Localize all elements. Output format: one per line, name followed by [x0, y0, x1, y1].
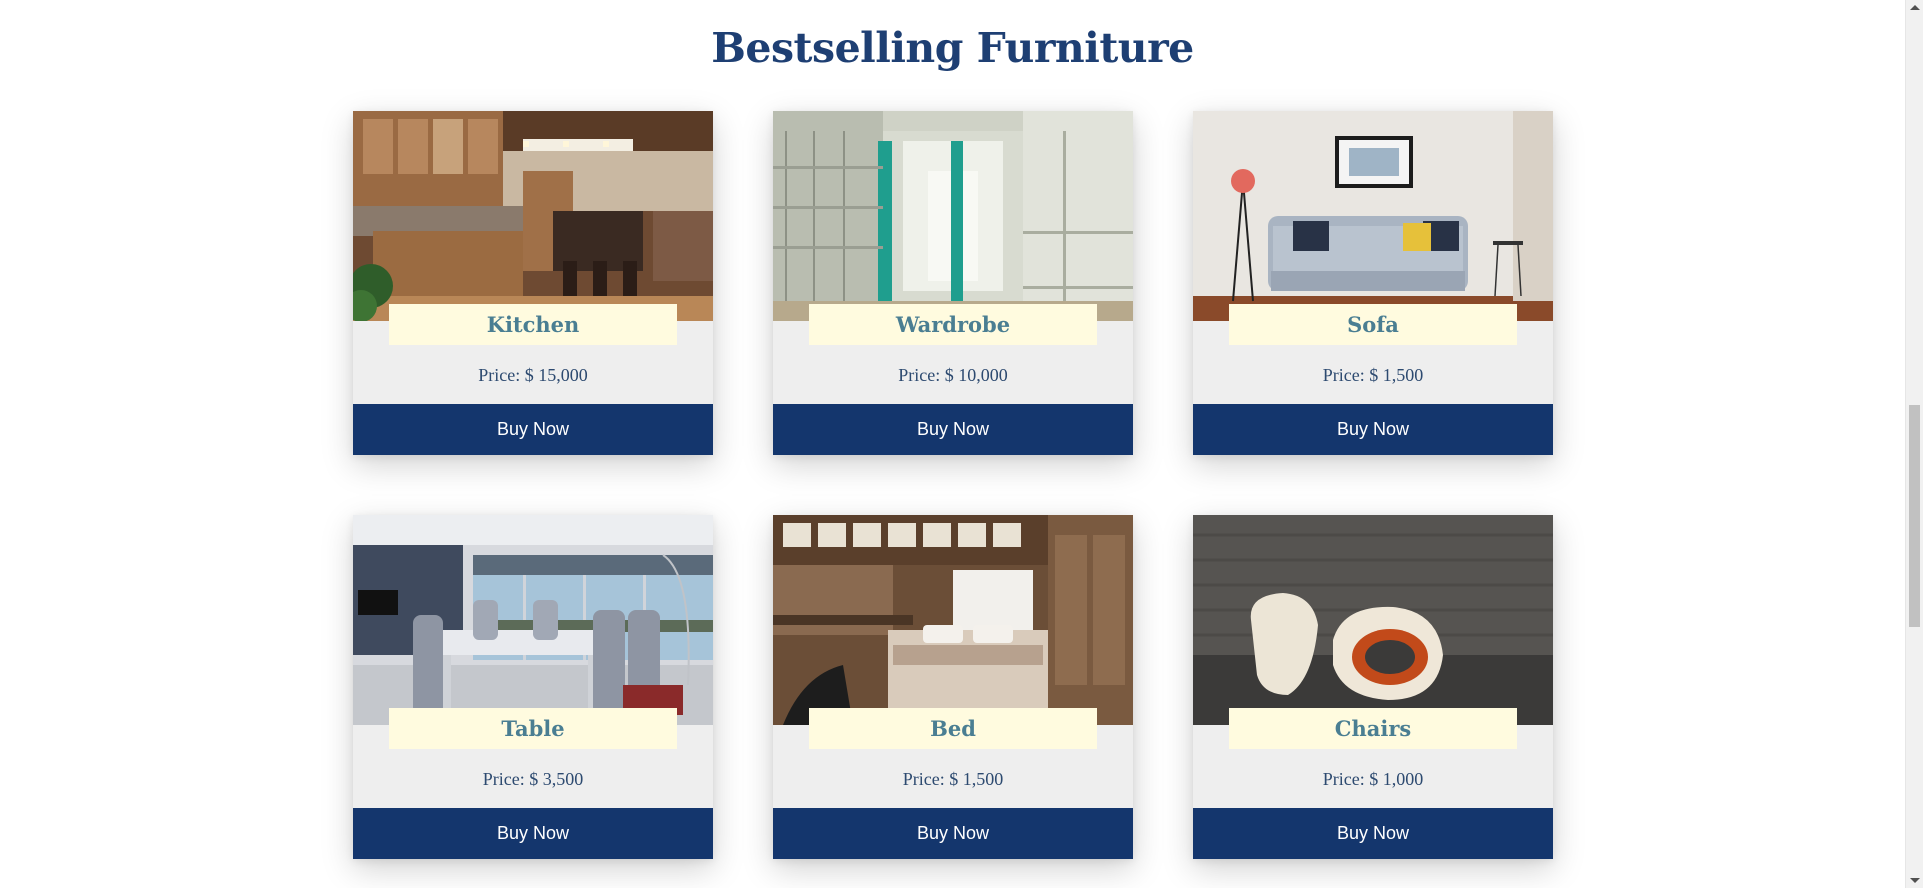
product-card-wardrobe: Wardrobe Price: $ 10,000 Buy Now — [773, 111, 1133, 455]
product-card-kitchen: Kitchen Price: $ 15,000 Buy Now — [353, 111, 713, 455]
buy-now-button-sofa[interactable]: Buy Now — [1193, 404, 1553, 455]
product-name: Sofa — [1229, 304, 1517, 345]
product-card-sofa: Sofa Price: $ 1,500 Buy Now — [1193, 111, 1553, 455]
product-grid: Kitchen Price: $ 15,000 Buy Now Wardrobe… — [353, 111, 1553, 859]
dining-table-photo — [353, 515, 713, 725]
product-price: Price: $ 3,500 — [482, 769, 584, 789]
product-name: Wardrobe — [809, 304, 1097, 345]
buy-now-button-wardrobe[interactable]: Buy Now — [773, 404, 1133, 455]
product-name: Chairs — [1229, 708, 1517, 749]
buy-now-button-kitchen[interactable]: Buy Now — [353, 404, 713, 455]
scroll-up-icon[interactable] — [1910, 5, 1920, 10]
product-name: Kitchen — [389, 304, 677, 345]
bed-photo — [773, 515, 1133, 725]
wardrobe-photo — [773, 111, 1133, 321]
product-price: Price: $ 15,000 — [478, 365, 588, 385]
product-price: Price: $ 1,500 — [1322, 365, 1424, 385]
scroll-down-icon[interactable] — [1910, 878, 1920, 883]
product-card-table: Table Price: $ 3,500 Buy Now — [353, 515, 713, 859]
product-card-bed: Bed Price: $ 1,500 Buy Now — [773, 515, 1133, 859]
chairs-photo — [1193, 515, 1553, 725]
scrollbar-thumb[interactable] — [1909, 405, 1920, 627]
section-title: Bestselling Furniture — [711, 24, 1194, 72]
buy-now-button-bed[interactable]: Buy Now — [773, 808, 1133, 859]
product-name: Table — [389, 708, 677, 749]
kitchen-photo — [353, 111, 713, 321]
page-scrollbar[interactable] — [1905, 0, 1923, 888]
buy-now-button-table[interactable]: Buy Now — [353, 808, 713, 859]
product-price: Price: $ 10,000 — [898, 365, 1008, 385]
product-price: Price: $ 1,000 — [1322, 769, 1424, 789]
product-price: Price: $ 1,500 — [902, 769, 1004, 789]
product-card-chairs: Chairs Price: $ 1,000 Buy Now — [1193, 515, 1553, 859]
product-name: Bed — [809, 708, 1097, 749]
buy-now-button-chairs[interactable]: Buy Now — [1193, 808, 1553, 859]
sofa-photo — [1193, 111, 1553, 321]
